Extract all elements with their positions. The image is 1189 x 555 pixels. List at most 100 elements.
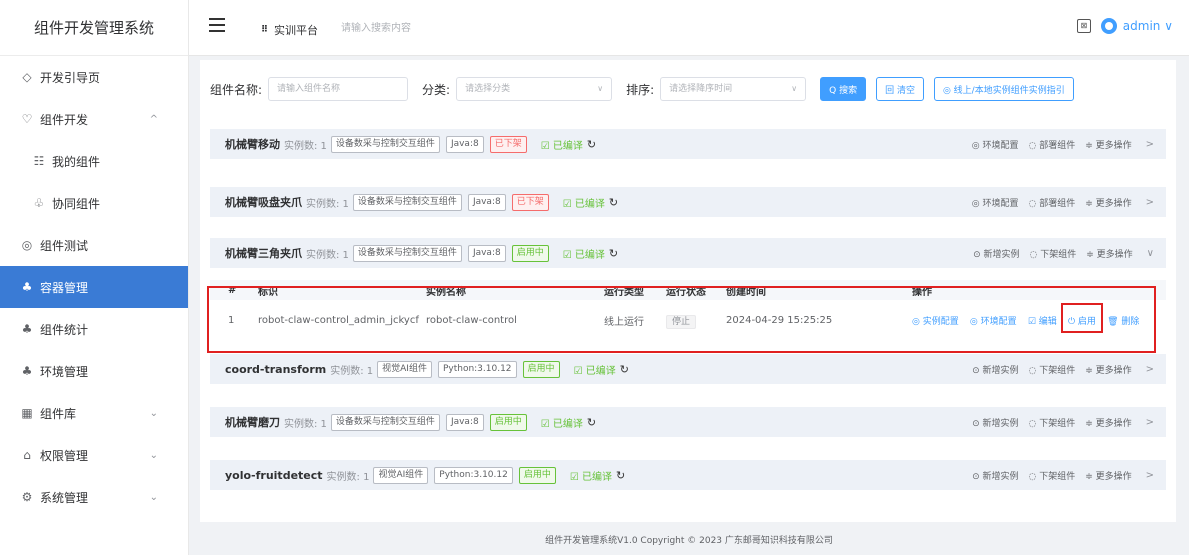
row-actions: ⊙ 新增实例 ◌ 下架组件 ≑ 更多操作 ∨ — [963, 247, 1154, 260]
sidebar-item-icon: ⚙ — [21, 490, 33, 504]
refresh-icon[interactable]: ↻ — [609, 196, 618, 209]
category-tag: 视觉AI组件 — [377, 360, 432, 378]
action-1-button[interactable]: ◎ 环境配置 — [972, 138, 1019, 151]
sidebar-item-5[interactable]: ♣ 容器管理 — [0, 266, 188, 308]
expand-chevron-icon[interactable]: > — [1146, 139, 1154, 150]
user-area: ⊠ admin ∨ — [1076, 18, 1173, 34]
sidebar-item-10[interactable]: ⚙ 系统管理 ⌄ — [0, 476, 188, 518]
sidebar-item-6[interactable]: ♣ 组件统计 — [0, 308, 188, 350]
expand-chevron-icon[interactable]: > — [1146, 197, 1154, 208]
component-name: 机械臂三角夹爪 — [225, 247, 302, 260]
sidebar-item-icon: ♣ — [21, 322, 33, 336]
sidebar-item-label: 容器管理 — [40, 280, 89, 295]
more-actions-button[interactable]: ≑ 更多操作 — [1085, 416, 1131, 429]
sidebar-item-label: 我的组件 — [52, 154, 101, 169]
sidebar-item-label: 组件测试 — [40, 238, 89, 253]
more-actions-button[interactable]: ≑ 更多操作 — [1086, 247, 1132, 260]
runtime-tag: Java:8 — [467, 193, 506, 211]
sidebar-item-icon: ▦ — [21, 406, 33, 420]
user-menu[interactable]: admin ∨ — [1123, 19, 1173, 33]
component-name: 机械臂磨刀 — [225, 416, 280, 429]
sidebar-item-0[interactable]: ◇ 开发引导页 — [0, 56, 188, 98]
expand-chevron-icon[interactable]: > — [1146, 364, 1154, 375]
action-2-button[interactable]: ◌ 下架组件 — [1030, 247, 1077, 260]
guide-button[interactable]: ◎ 线上/本地实例组件实例指引 — [933, 77, 1074, 101]
sidebar-item-1[interactable]: ♡ 组件开发 ^ — [0, 98, 188, 140]
more-actions-button[interactable]: ≑ 更多操作 — [1085, 138, 1131, 151]
more-actions-button[interactable]: ≑ 更多操作 — [1085, 469, 1131, 482]
app-title: 组件开发管理系统 — [0, 0, 188, 56]
avatar[interactable] — [1100, 18, 1117, 34]
component-row[interactable]: 机械臂吸盘夹爪 实例数: 1 设备数采与控制交互组件 Java:8 已下架 ☑ 已编译 ↻ ◎… — [210, 187, 1166, 217]
sidebar-item-3[interactable]: ♧ 协同组件 — [0, 182, 188, 224]
sidebar-item-icon: ☷ — [33, 154, 45, 168]
component-name: yolo-fruitdetect — [225, 468, 323, 482]
chevron-icon: ⌄ — [149, 491, 158, 503]
instance-count: 实例数: 1 — [306, 249, 349, 261]
sidebar-item-icon: ◎ — [21, 238, 33, 252]
action-1-button[interactable]: ⊙ 新增实例 — [973, 247, 1019, 260]
action-2-button[interactable]: ◌ 下架组件 — [1028, 469, 1075, 482]
highlight-box-enable — [1061, 303, 1103, 333]
expand-chevron-icon[interactable]: > — [1146, 470, 1154, 481]
refresh-icon[interactable]: ↻ — [609, 247, 618, 260]
runtime-tag: Java:8 — [467, 244, 506, 262]
action-1-button[interactable]: ⊙ 新增实例 — [972, 416, 1018, 429]
category-tag: 设备数采与控制交互组件 — [330, 135, 440, 153]
instance-count: 实例数: 1 — [284, 418, 327, 430]
menu-toggle-icon[interactable] — [209, 18, 225, 32]
search-button[interactable]: Q 搜索 — [820, 77, 867, 101]
global-search-input[interactable] — [341, 18, 511, 38]
action-2-button[interactable]: ◌ 部署组件 — [1028, 138, 1075, 151]
fullscreen-icon[interactable]: ⊠ — [1076, 19, 1091, 33]
sidebar-item-7[interactable]: ♣ 环境管理 — [0, 350, 188, 392]
refresh-icon[interactable]: ↻ — [587, 138, 596, 151]
compiled-badge: ☑ 已编译 — [562, 249, 605, 261]
clear-button[interactable]: 回 清空 — [876, 77, 924, 101]
more-actions-button[interactable]: ≑ 更多操作 — [1085, 196, 1131, 209]
sidebar-item-2[interactable]: ☷ 我的组件 — [0, 140, 188, 182]
component-row[interactable]: 机械臂移动 实例数: 1 设备数采与控制交互组件 Java:8 已下架 ☑ 已编译 ↻ ◎ 环… — [210, 129, 1166, 159]
action-1-button[interactable]: ⊙ 新增实例 — [972, 363, 1018, 376]
sidebar-item-icon: ♣ — [21, 364, 33, 378]
refresh-icon[interactable]: ↻ — [620, 363, 629, 376]
action-2-button[interactable]: ◌ 下架组件 — [1028, 416, 1075, 429]
sort-label: 排序: — [626, 82, 655, 97]
status-badge: 已下架 — [489, 135, 527, 153]
top-header: ⠿ 实训平台 ⊠ admin ∨ — [189, 0, 1189, 56]
runtime-tag: Python:3.10.12 — [437, 360, 517, 378]
sidebar-item-icon: ◇ — [22, 70, 32, 84]
sidebar-item-icon: ♧ — [33, 196, 45, 210]
expand-chevron-icon[interactable]: > — [1146, 417, 1154, 428]
category-label: 分类: — [422, 82, 451, 97]
chevron-icon: ⌄ — [149, 449, 158, 461]
refresh-icon[interactable]: ↻ — [616, 469, 625, 482]
component-name-input[interactable]: 请输入组件名称 — [268, 77, 409, 101]
category-tag: 设备数采与控制交互组件 — [352, 193, 462, 211]
filter-bar: 组件名称: 请输入组件名称 分类: 请选择分类 ∨ 排序: 请选择降序时间 ∨ Q … — [210, 77, 1084, 101]
component-row[interactable]: yolo-fruitdetect 实例数: 1 视觉AI组件 Python:3.10.… — [210, 460, 1166, 490]
refresh-icon[interactable]: ↻ — [587, 416, 596, 429]
platform-switch[interactable]: ⠿ 实训平台 — [261, 22, 318, 38]
component-row[interactable]: coord-transform 实例数: 1 视觉AI组件 Python:3.10.1… — [210, 354, 1166, 384]
category-select[interactable]: 请选择分类 ∨ — [456, 77, 613, 101]
sidebar-item-4[interactable]: ◎ 组件测试 — [0, 224, 188, 266]
more-actions-button[interactable]: ≑ 更多操作 — [1085, 363, 1131, 376]
component-row[interactable]: 机械臂三角夹爪 实例数: 1 设备数采与控制交互组件 Java:8 启用中 ☑ 已编译 ↻ ⊙… — [210, 238, 1166, 268]
row-actions: ⊙ 新增实例 ◌ 下架组件 ≑ 更多操作 > — [962, 363, 1154, 376]
instance-count: 实例数: 1 — [284, 140, 327, 152]
component-row[interactable]: 机械臂磨刀 实例数: 1 设备数采与控制交互组件 Java:8 启用中 ☑ 已编译 ↻ ⊙ 新… — [210, 407, 1166, 437]
compiled-badge: ☑ 已编译 — [540, 418, 583, 430]
action-1-button[interactable]: ◎ 环境配置 — [972, 196, 1019, 209]
action-2-button[interactable]: ◌ 下架组件 — [1028, 363, 1075, 376]
sort-select[interactable]: 请选择降序时间 ∨ — [660, 77, 807, 101]
action-1-button[interactable]: ⊙ 新增实例 — [972, 469, 1018, 482]
sidebar-menu: ◇ 开发引导页 ♡ 组件开发 ^ ☷ 我的组件 ♧ 协同组件 ◎ 组件测试 ♣ 容器管理 ♣ 组件统计 ♣ 环境… — [0, 56, 188, 518]
sidebar-item-9[interactable]: ⌂ 权限管理 ⌄ — [0, 434, 188, 476]
category-tag: 设备数采与控制交互组件 — [352, 244, 462, 262]
action-2-button[interactable]: ◌ 部署组件 — [1028, 196, 1075, 209]
sidebar-item-icon: ♣ — [21, 280, 33, 294]
expand-chevron-icon[interactable]: ∨ — [1147, 248, 1154, 259]
status-badge: 已下架 — [511, 193, 549, 211]
sidebar-item-8[interactable]: ▦ 组件库 ⌄ — [0, 392, 188, 434]
